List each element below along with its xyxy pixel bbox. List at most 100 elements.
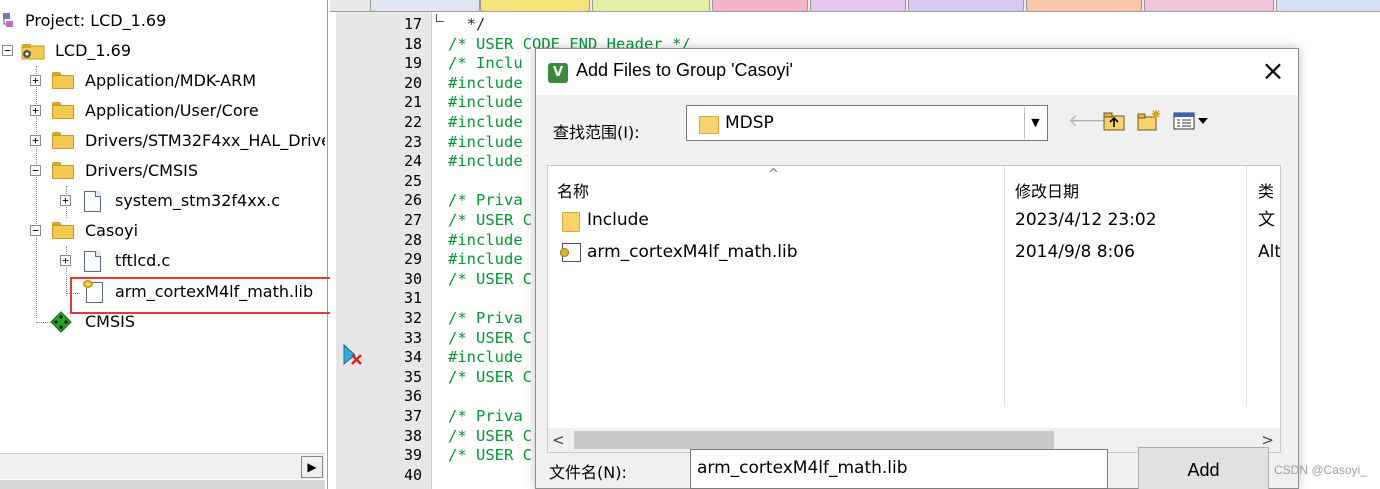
line-number: 22: [403, 113, 422, 131]
expand-icon[interactable]: +: [60, 255, 71, 266]
tree-group-hal-driver[interactable]: + Drivers/STM32F4xx_HAL_Drive: [0, 128, 325, 154]
tree-group-label: Application/User/Core: [85, 101, 259, 120]
editor-tab[interactable]: [810, 0, 906, 11]
expand-icon[interactable]: +: [30, 135, 41, 146]
expand-icon[interactable]: +: [60, 195, 71, 206]
look-in-label: 查找范围(I):: [553, 123, 640, 142]
look-in-value: MDSP: [725, 113, 774, 133]
up-folder-icon[interactable]: [1102, 109, 1126, 133]
code-line: /* USER C: [448, 367, 532, 386]
tree-target[interactable]: − LCD_1.69: [0, 38, 320, 64]
file-row-math-lib[interactable]: arm_cortexM4lf_math.lib 2014/9/8 8:06 Al…: [548, 236, 1281, 268]
tree-horizontal-scrollbar[interactable]: ▶: [0, 453, 325, 479]
open-folder-icon: [52, 162, 74, 179]
back-arrow-icon[interactable]: 🡐: [1068, 109, 1114, 133]
code-line: /* USER C: [448, 328, 532, 347]
new-folder-icon[interactable]: [1136, 109, 1162, 133]
editor-tab[interactable]: [712, 0, 808, 11]
tree-project-root[interactable]: Project: LCD_1.69: [0, 8, 320, 34]
tree-file-math-lib[interactable]: arm_cortexM4lf_math.lib: [0, 279, 320, 305]
file-row-include[interactable]: Include 2023/4/12 23:02 文: [548, 204, 1280, 236]
editor-tab[interactable]: [1144, 0, 1274, 11]
editor-tab[interactable]: [1276, 0, 1380, 11]
file-list[interactable]: ^ 名称 修改日期 类 Include 2023/4/12 23:02 文 ar…: [547, 165, 1281, 453]
folder-icon: [52, 132, 74, 149]
add-button[interactable]: Add: [1138, 447, 1269, 489]
code-line: /* USER C: [448, 211, 532, 229]
tree-component-cmsis[interactable]: CMSIS: [0, 309, 320, 335]
code-line: #include: [448, 93, 523, 112]
line-number: 24: [403, 152, 422, 171]
column-divider[interactable]: [1004, 166, 1005, 406]
editor-tab[interactable]: [592, 0, 710, 11]
line-number: 28: [403, 230, 422, 249]
code-line: #include: [448, 230, 523, 249]
c-file-icon: [84, 251, 101, 272]
collapse-icon[interactable]: −: [2, 45, 13, 56]
expand-icon[interactable]: +: [30, 105, 41, 116]
tree-group-mdk-arm[interactable]: + Application/MDK-ARM: [0, 68, 320, 94]
editor-tab[interactable]: [480, 0, 590, 11]
line-number: 37: [403, 407, 422, 425]
c-file-icon: [84, 191, 101, 212]
component-icon: [50, 311, 72, 333]
tree-group-label: Application/MDK-ARM: [85, 71, 257, 90]
code-line: #include: [448, 348, 523, 367]
line-number: 26: [403, 191, 422, 210]
scrollbar-thumb[interactable]: [574, 431, 1054, 449]
tree-group-casoyi[interactable]: − Casoyi: [0, 218, 320, 244]
line-number: 39: [403, 446, 422, 465]
line-number: 38: [403, 426, 422, 445]
folder-icon: [699, 114, 719, 134]
editor-tab-strip[interactable]: [330, 0, 1380, 12]
line-number: 20: [403, 73, 422, 92]
close-icon[interactable]: ×: [1260, 57, 1286, 85]
column-header-name[interactable]: 名称: [557, 178, 589, 202]
column-header-type[interactable]: 类: [1258, 178, 1274, 202]
tree-group-user-core[interactable]: + Application/User/Core: [0, 98, 320, 124]
tree-group-cmsis-drivers[interactable]: − Drivers/CMSIS: [0, 158, 320, 184]
tree-file-system-stm32[interactable]: + system_stm32f4xx.c: [0, 188, 320, 214]
editor-tab[interactable]: [370, 0, 480, 11]
code-line: #include: [448, 73, 523, 92]
dialog-title: Add Files to Group 'Casoyi': [576, 60, 793, 80]
folder-icon: [562, 211, 581, 232]
expand-icon[interactable]: +: [30, 75, 41, 86]
tree-file-label: tftlcd.c: [115, 251, 171, 270]
line-number: 29: [403, 250, 422, 269]
code-line: /* Priva: [448, 309, 523, 327]
file-name-input[interactable]: arm_cortexM4lf_math.lib: [690, 449, 1108, 489]
tree-file-label: system_stm32f4xx.c: [115, 191, 281, 210]
line-number: 33: [403, 328, 422, 347]
line-number: 30: [403, 269, 422, 288]
column-header-date[interactable]: 修改日期: [1015, 178, 1079, 202]
open-folder-icon: [52, 222, 74, 239]
editor-tab[interactable]: [1026, 0, 1142, 11]
code-line: /* Priva: [448, 407, 523, 425]
look-in-dropdown[interactable]: MDSP ▼: [686, 105, 1048, 141]
file-name-label: 文件名(N):: [549, 463, 627, 482]
fold-marker-icon: [436, 14, 444, 22]
line-number: 21: [403, 93, 422, 112]
editor-tab[interactable]: [908, 0, 1024, 11]
line-number: 17: [403, 15, 422, 33]
chevron-down-icon[interactable]: ▼: [1024, 107, 1046, 139]
add-files-dialog: V Add Files to Group 'Casoyi' × 查找范围(I):…: [535, 48, 1299, 489]
tree-bottom-tabs[interactable]: [0, 480, 325, 489]
file-type: Alt: [1258, 242, 1281, 262]
line-number: 32: [403, 309, 422, 327]
code-line: #include: [448, 132, 523, 151]
view-menu-icon[interactable]: [1172, 109, 1212, 133]
project-icon: [3, 13, 13, 27]
code-line: /* USER C: [448, 446, 532, 465]
lib-file-icon: [560, 243, 581, 262]
tree-file-tftlcd[interactable]: + tftlcd.c: [0, 248, 320, 274]
dialog-titlebar[interactable]: V Add Files to Group 'Casoyi' ×: [536, 49, 1298, 95]
column-divider[interactable]: [1246, 166, 1247, 406]
collapse-icon[interactable]: −: [30, 225, 41, 236]
tree-file-label: arm_cortexM4lf_math.lib: [115, 282, 314, 301]
scroll-right-icon[interactable]: ▶: [301, 456, 323, 478]
scroll-left-icon[interactable]: <: [552, 428, 565, 452]
file-name: Include: [587, 210, 649, 230]
collapse-icon[interactable]: −: [30, 165, 41, 176]
